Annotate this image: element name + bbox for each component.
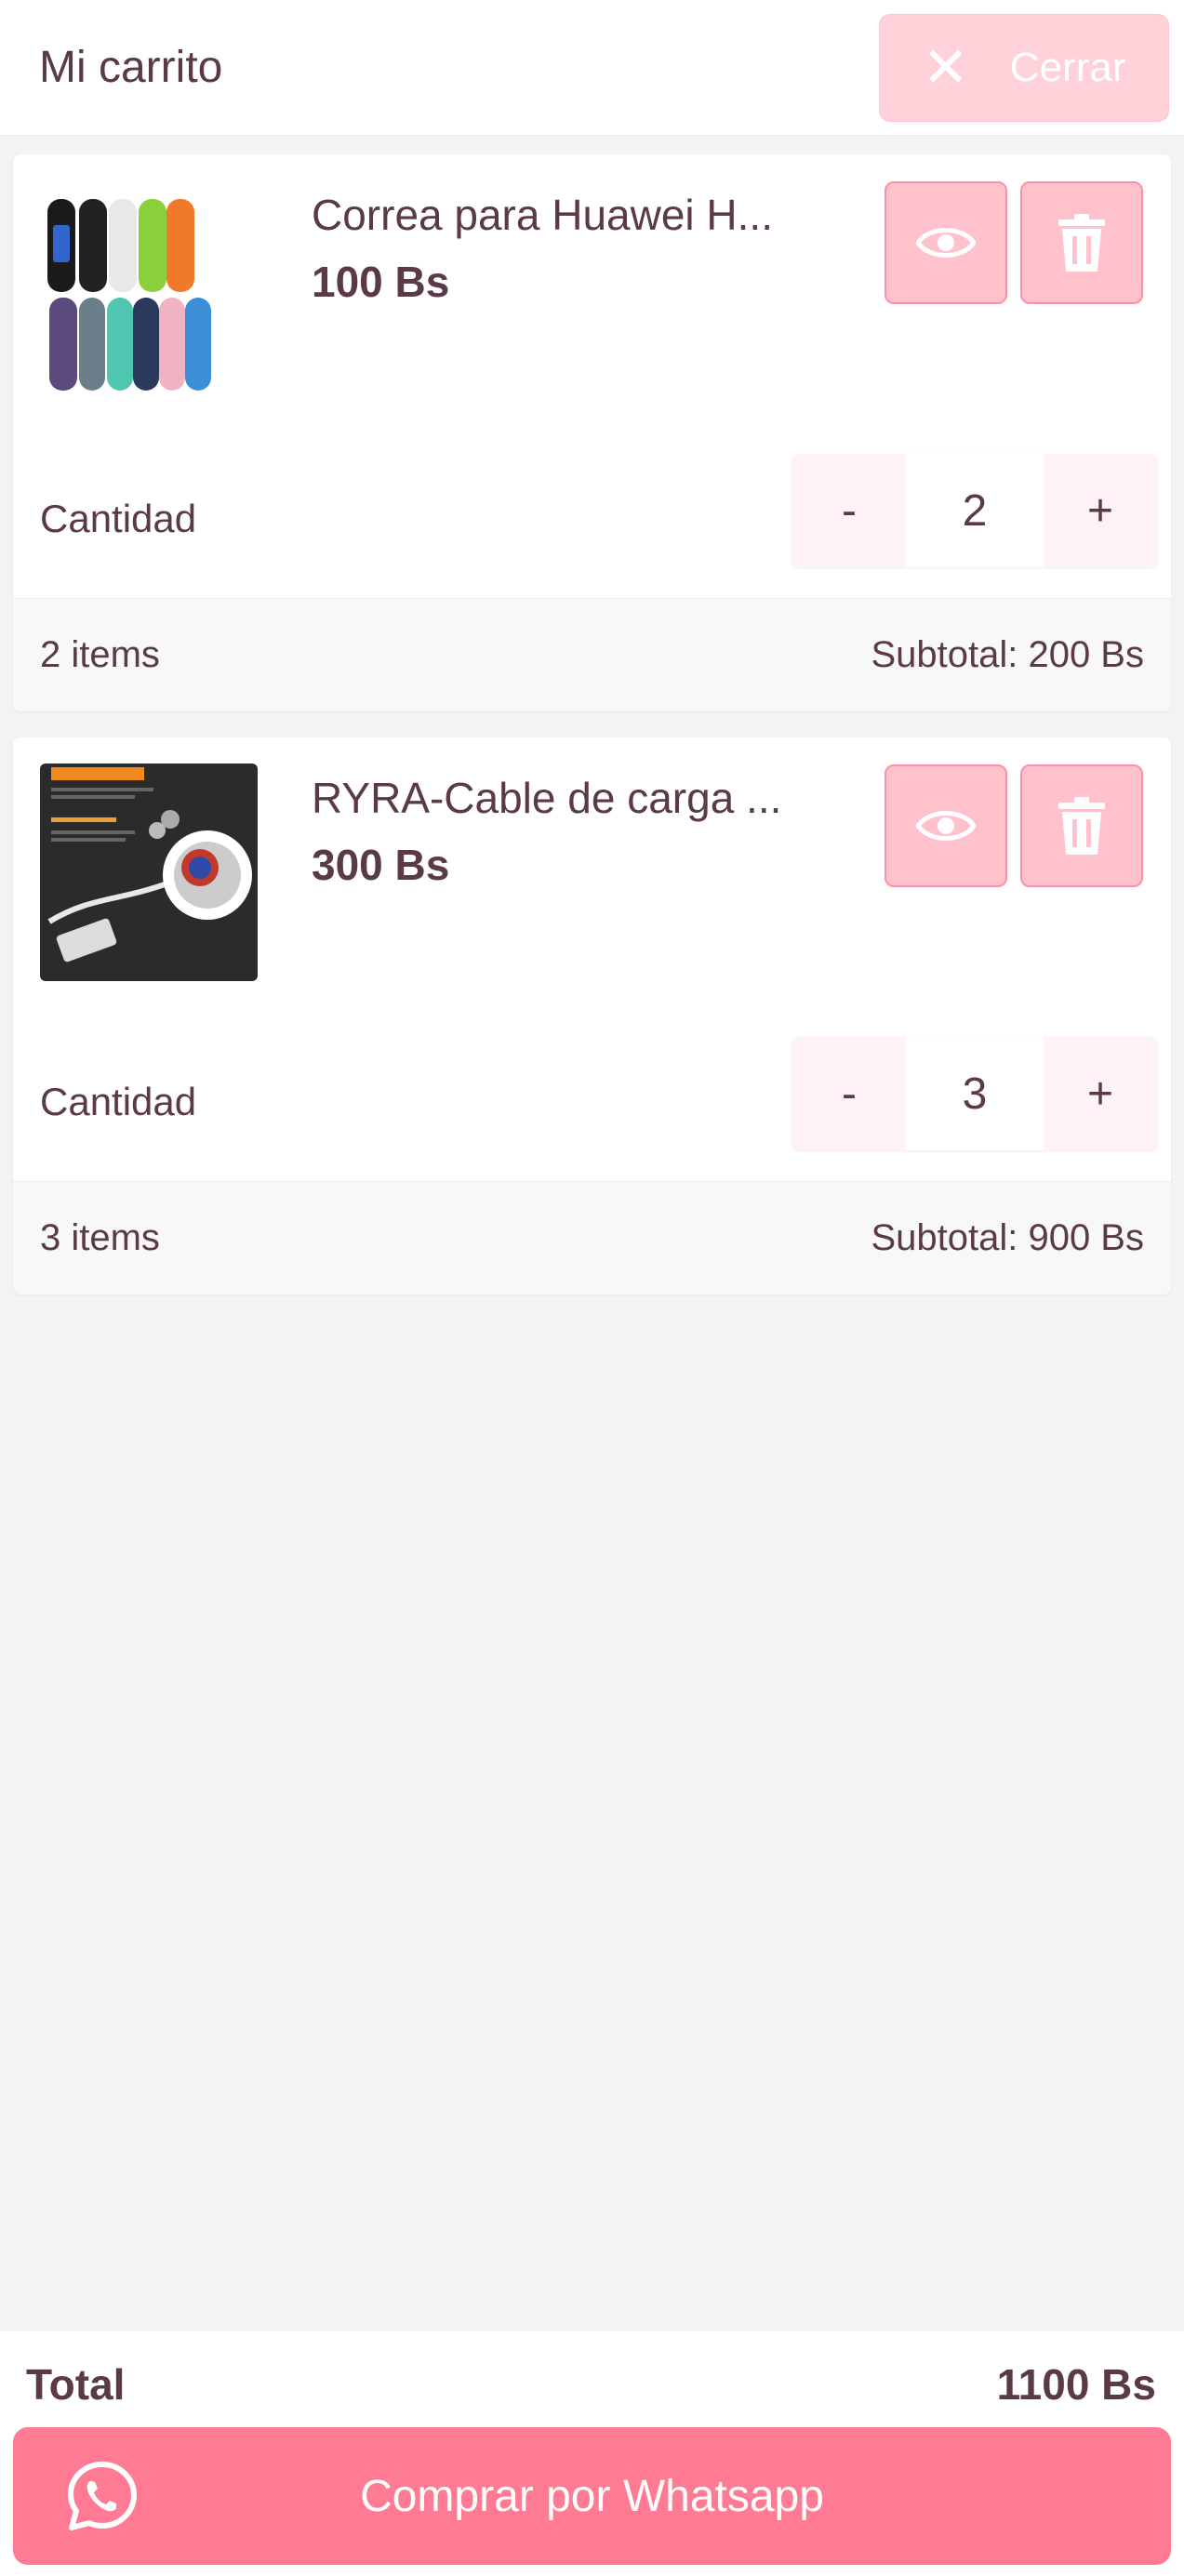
product-name: Correa para Huawei H... (312, 191, 773, 239)
close-button-label: Cerrar (1009, 44, 1126, 90)
view-product-button[interactable] (885, 181, 1007, 304)
cart-item: Correa para Huawei H... 100 Bs Cantidad (13, 154, 1171, 711)
product-image-watch-straps (40, 180, 258, 398)
quantity-value: 2 (906, 454, 1044, 567)
quantity-stepper: - 2 + (792, 454, 1157, 567)
cart-item: RYRA-Cable de carga ... 300 Bs Cantidad (13, 737, 1171, 1295)
close-button[interactable]: ✕ Cerrar (879, 13, 1169, 122)
cart-page: Mi carrito ✕ Cerrar Correa para Huawei H… (0, 0, 1184, 2576)
whatsapp-icon (68, 2462, 137, 2530)
items-count: 2 items (40, 634, 160, 675)
page-title: Mi carrito (39, 43, 223, 92)
product-price: 300 Bs (312, 841, 450, 889)
buy-whatsapp-button[interactable]: Comprar por Whatsapp (13, 2427, 1171, 2565)
quantity-value: 3 (906, 1037, 1044, 1150)
increment-button[interactable]: + (1044, 454, 1157, 567)
quantity-label: Cantidad (40, 497, 197, 540)
item-subtotal: Subtotal: 900 Bs (871, 1217, 1144, 1258)
checkout-bar: Total 1100 Bs Comprar por Whatsapp (0, 2331, 1184, 2576)
product-image-charging-cable (40, 764, 258, 981)
product-price: 100 Bs (312, 258, 450, 306)
cart-header: Mi carrito ✕ Cerrar (0, 0, 1184, 136)
trash-icon (1058, 797, 1105, 855)
increment-button[interactable]: + (1044, 1037, 1157, 1150)
trash-icon (1058, 214, 1105, 272)
item-subtotal: Subtotal: 200 Bs (871, 634, 1144, 675)
decrement-button[interactable]: - (792, 454, 906, 567)
delete-item-button[interactable] (1020, 764, 1143, 887)
buy-whatsapp-label: Comprar por Whatsapp (360, 2471, 824, 2521)
total-value: 1100 Bs (996, 2360, 1156, 2409)
item-summary: 3 items Subtotal: 900 Bs (13, 1181, 1171, 1295)
items-count: 3 items (40, 1217, 160, 1258)
decrement-button[interactable]: - (792, 1037, 906, 1150)
total-label: Total (26, 2360, 126, 2409)
eye-icon (916, 228, 976, 258)
eye-icon (916, 811, 976, 841)
view-product-button[interactable] (885, 764, 1007, 887)
item-summary: 2 items Subtotal: 200 Bs (13, 598, 1171, 711)
total-row: Total 1100 Bs (26, 2359, 1156, 2410)
close-icon: ✕ (922, 34, 969, 100)
delete-item-button[interactable] (1020, 181, 1143, 304)
product-name: RYRA-Cable de carga ... (312, 774, 782, 822)
quantity-label: Cantidad (40, 1080, 197, 1123)
quantity-stepper: - 3 + (792, 1037, 1157, 1150)
